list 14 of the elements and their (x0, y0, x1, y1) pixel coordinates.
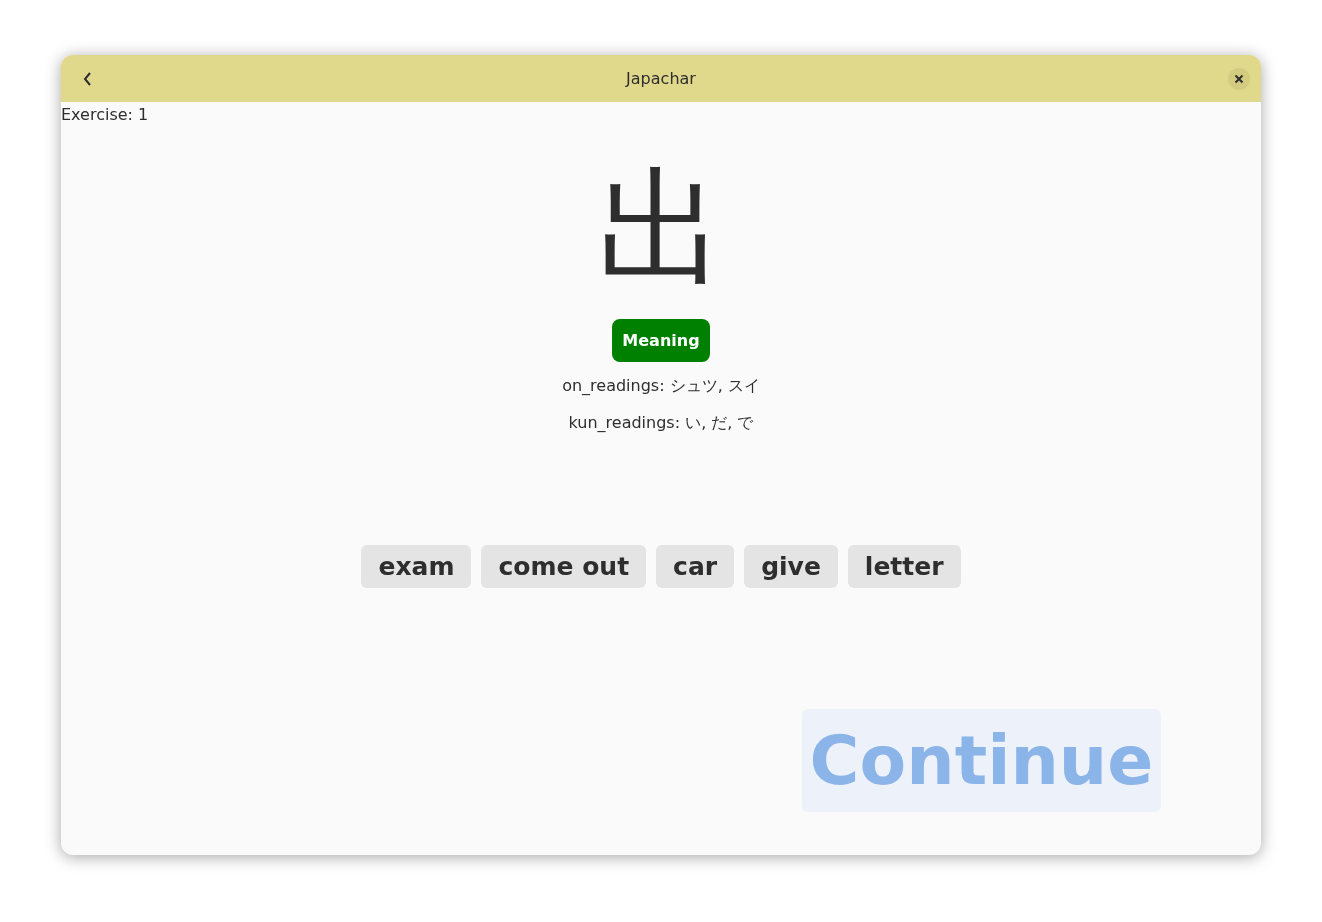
kun-readings-text: kun_readings: い, だ, で (568, 412, 754, 434)
meaning-button[interactable]: Meaning (612, 319, 710, 362)
back-icon (82, 70, 94, 87)
answer-option[interactable]: letter (847, 545, 961, 588)
answer-option[interactable]: come out (481, 545, 647, 588)
answer-option[interactable]: exam (361, 545, 472, 588)
kanji-character: 出 (597, 158, 725, 298)
close-icon (1234, 73, 1244, 84)
exercise-label: Exercise: 1 (61, 104, 149, 126)
answer-option[interactable]: car (656, 545, 735, 588)
on-readings-text: on_readings: シュツ, スイ (562, 375, 760, 397)
window-title: Japachar (626, 67, 696, 90)
close-button[interactable] (1228, 67, 1250, 90)
answer-option[interactable]: give (744, 545, 838, 588)
